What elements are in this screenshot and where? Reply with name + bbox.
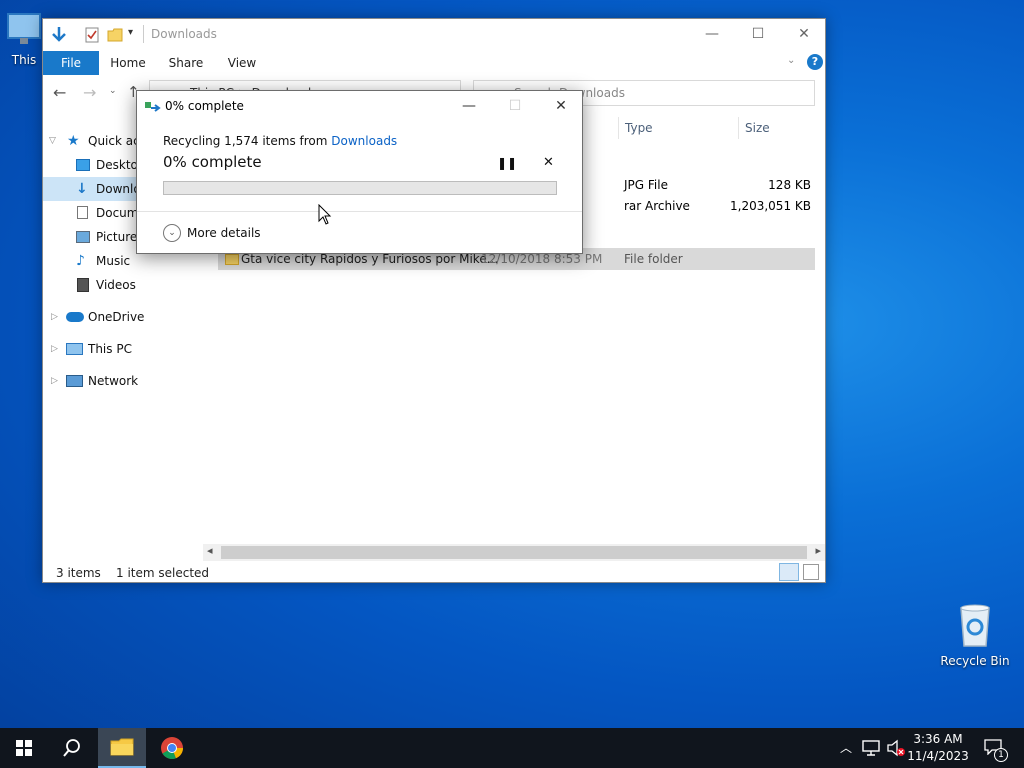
file-operation-icon [145,102,161,112]
clock-time: 3:36 AM [913,732,963,746]
dialog-close-button[interactable]: ✕ [539,93,583,119]
search-button[interactable] [48,728,96,768]
recycle-progress-dialog: 0% complete — ☐ ✕ Recycling 1,574 items … [136,90,583,254]
ribbon-expand-icon[interactable]: ⌄ [787,55,795,66]
scroll-left-icon[interactable]: ◂ [207,544,213,557]
cloud-icon [66,312,84,322]
dialog-title: 0% complete [165,99,244,113]
sidebar-item-label: Videos [96,278,136,292]
dialog-maximize-button: ☐ [508,98,522,114]
sidebar-item-label: This PC [88,342,132,356]
file-size: 1,203,051 KB [730,199,811,213]
minimize-button[interactable]: — [689,19,735,49]
dialog-minimize-button[interactable]: — [447,93,491,119]
search-icon [63,739,80,757]
sidebar-item-label: Downlo [96,182,141,196]
sidebar-item-label: Network [88,374,139,388]
windows-logo-icon [16,740,32,756]
pause-button[interactable]: ❚❚ [497,156,517,170]
videos-icon [77,278,89,292]
tab-share[interactable]: Share [161,51,211,75]
dialog-divider [137,211,582,212]
quick-access-toolbar-dropdown-icon[interactable]: ▾ [128,27,133,38]
notification-badge: 1 [994,748,1008,762]
tab-file[interactable]: File [43,51,99,75]
source-folder-link[interactable]: Downloads [331,134,397,148]
system-clock[interactable]: 3:36 AM 11/4/2023 [903,731,973,765]
column-header-size[interactable]: Size [738,117,818,139]
ribbon-tabs: File Home Share View ⌄ ? [43,51,825,75]
sidebar-item-label: Music [96,254,131,268]
progress-bar [163,181,557,195]
network-icon [66,375,83,387]
item-count: 3 items [56,566,101,580]
large-icons-view-icon[interactable] [803,564,819,580]
recent-locations-icon[interactable]: ⌄ [109,86,117,96]
sidebar-item-network[interactable]: Network [65,369,215,393]
download-arrow-icon: ↓ [76,181,88,197]
desktop-icon-recycle-bin[interactable]: Recycle Bin [937,602,1013,668]
expand-chevron-icon[interactable]: ▷ [51,312,58,322]
scrollbar-thumb[interactable] [221,546,807,559]
details-view-icon[interactable] [779,563,799,581]
network-status-icon[interactable] [862,740,880,756]
documents-icon [77,206,88,219]
recycle-bin-icon [960,604,990,647]
back-arrow-icon[interactable]: ← [53,83,66,102]
file-size: 128 KB [768,178,811,192]
status-bar: 3 items 1 item selected [43,563,825,583]
window-title: Downloads [151,27,217,41]
tab-view[interactable]: View [221,51,263,75]
expand-chevron-icon[interactable]: ▷ [51,344,58,354]
selection-count: 1 item selected [116,566,210,580]
music-note-icon: ♪ [76,253,85,269]
recycling-status: Recycling 1,574 items from Downloads [163,134,397,148]
folder-icon [110,738,134,756]
download-arrow-icon [52,27,66,42]
explorer-titlebar[interactable]: ▾ Downloads — ☐ ✕ [43,19,825,51]
more-details-link[interactable]: More details [187,226,261,240]
star-icon: ★ [67,133,80,149]
cancel-operation-button[interactable]: ✕ [543,155,554,170]
sidebar-item-label: OneDrive [88,310,145,324]
file-type: JPG File [624,178,668,192]
close-button[interactable]: ✕ [781,19,827,49]
progress-label: 0% complete [163,153,262,171]
titlebar-divider [143,25,144,43]
clock-date: 11/4/2023 [907,749,969,763]
action-center-button[interactable]: 1 [976,728,1020,768]
expand-chevron-icon[interactable]: ▷ [51,376,58,386]
taskbar-file-explorer[interactable] [98,728,146,768]
tab-home[interactable]: Home [105,51,151,75]
monitor-icon [7,13,41,44]
start-button[interactable] [0,728,48,768]
pictures-icon [76,231,90,243]
show-hidden-icons-icon[interactable]: ︿ [840,739,852,756]
chrome-icon [161,737,183,759]
taskbar-chrome[interactable] [148,728,196,768]
chevron-down-icon[interactable]: ⌄ [163,224,181,242]
expand-chevron-icon[interactable]: ▽ [49,136,56,146]
sidebar-item-videos[interactable]: Videos [73,273,215,297]
new-folder-icon[interactable] [107,27,123,43]
forward-arrow-icon[interactable]: → [83,83,96,102]
monitor-icon [66,343,83,355]
help-icon[interactable]: ? [807,54,823,70]
column-header-type[interactable]: Type [618,117,738,139]
sidebar-item-this-pc[interactable]: This PC [65,337,215,361]
file-type: File folder [624,252,683,266]
desktop-icon-label: Recycle Bin [940,654,1010,668]
taskbar: ︿ 3:36 AM 11/4/2023 1 [0,728,1024,768]
file-type: rar Archive [624,199,690,213]
scroll-right-icon[interactable]: ▸ [815,544,821,557]
sidebar-item-onedrive[interactable]: OneDrive [65,305,215,329]
horizontal-scrollbar[interactable]: ◂ ▸ [203,544,825,561]
properties-icon[interactable] [85,27,99,43]
recycling-status-text: Recycling 1,574 items from [163,134,332,148]
mouse-cursor-icon [318,204,332,225]
desktop-folder-icon [76,159,90,171]
folder-icon [225,254,239,265]
maximize-button[interactable]: ☐ [735,19,781,49]
